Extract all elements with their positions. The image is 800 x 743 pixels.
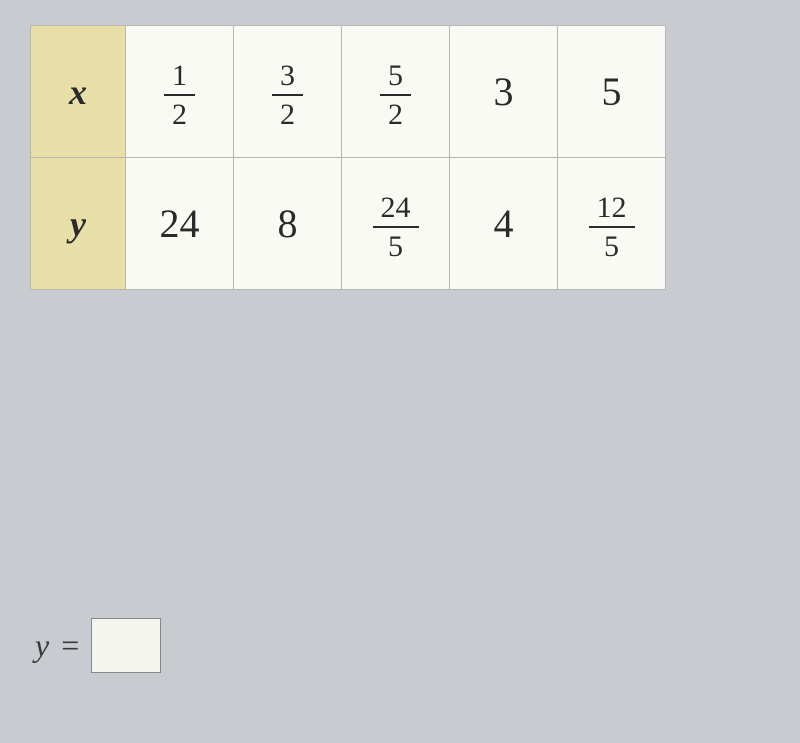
- table-cell: 3 2: [234, 26, 342, 158]
- table-cell: 24 5: [342, 158, 450, 290]
- numerator: 3: [272, 59, 303, 96]
- whole-value: 24: [160, 201, 200, 246]
- table-cell: 4: [450, 158, 558, 290]
- table-cell: 1 2: [126, 26, 234, 158]
- numerator: 5: [380, 59, 411, 96]
- row-header-y: y: [31, 158, 126, 290]
- table-cell: 12 5: [558, 158, 666, 290]
- fraction-value: 5 2: [380, 59, 411, 131]
- whole-value: 5: [602, 69, 622, 114]
- table-cell: 8: [234, 158, 342, 290]
- table-cell: 5: [558, 26, 666, 158]
- whole-value: 3: [494, 69, 514, 114]
- numerator: 12: [589, 191, 635, 228]
- equation-variable: y: [35, 627, 49, 664]
- denominator: 5: [596, 228, 627, 263]
- whole-value: 4: [494, 201, 514, 246]
- table-row: y 24 8 24 5 4 12 5: [31, 158, 666, 290]
- table-cell: 5 2: [342, 26, 450, 158]
- equals-sign: =: [61, 627, 79, 664]
- denominator: 2: [164, 96, 195, 131]
- fraction-value: 24 5: [373, 191, 419, 263]
- row-header-x: x: [31, 26, 126, 158]
- fraction-value: 1 2: [164, 59, 195, 131]
- denominator: 2: [380, 96, 411, 131]
- fraction-value: 12 5: [589, 191, 635, 263]
- denominator: 5: [380, 228, 411, 263]
- table-row: x 1 2 3 2 5 2 3: [31, 26, 666, 158]
- numerator: 24: [373, 191, 419, 228]
- data-table-container: x 1 2 3 2 5 2 3: [30, 25, 780, 290]
- xy-table: x 1 2 3 2 5 2 3: [30, 25, 666, 290]
- whole-value: 8: [278, 201, 298, 246]
- table-cell: 3: [450, 26, 558, 158]
- equation-row: y =: [35, 618, 161, 673]
- numerator: 1: [164, 59, 195, 96]
- denominator: 2: [272, 96, 303, 131]
- fraction-value: 3 2: [272, 59, 303, 131]
- table-cell: 24: [126, 158, 234, 290]
- answer-input[interactable]: [91, 618, 161, 673]
